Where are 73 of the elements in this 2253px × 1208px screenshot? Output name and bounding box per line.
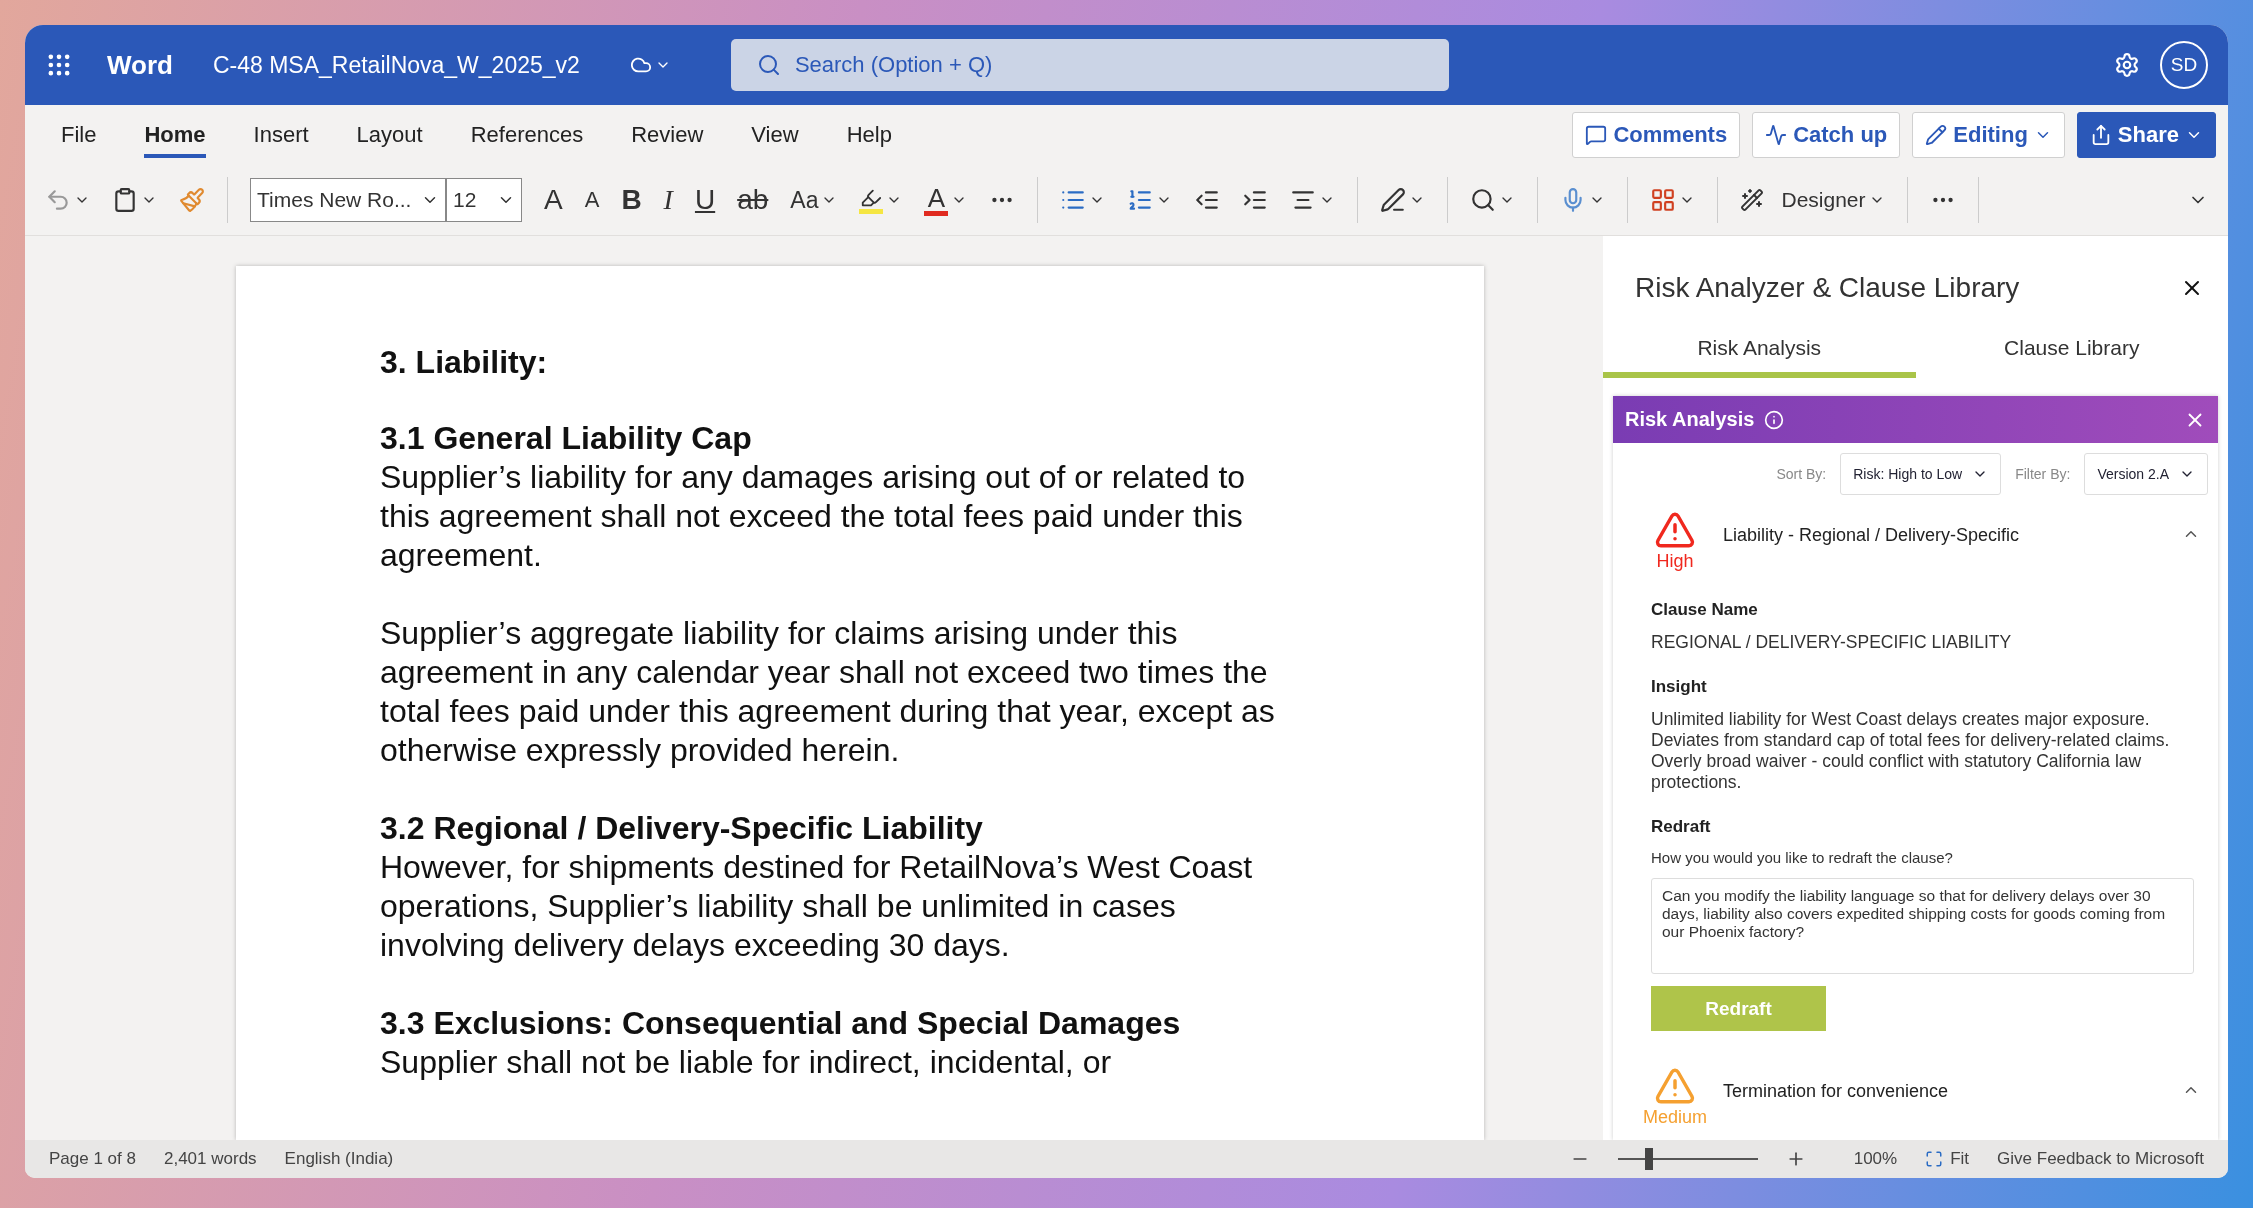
font-color-button[interactable]: A <box>924 184 968 216</box>
subsection-heading: 3.3 Exclusions: Consequential and Special Damages <box>380 1004 1182 1043</box>
underline-button[interactable]: U <box>694 184 716 216</box>
subsection-heading: 3.2 Regional / Delivery-Specific Liability <box>380 809 984 848</box>
risk-level: High <box>1656 551 1694 572</box>
info-icon[interactable] <box>1764 409 1785 430</box>
ribbon-tab[interactable]: File <box>37 116 121 154</box>
magic-wand-icon <box>1740 188 1765 212</box>
pen-icon <box>1380 187 1407 213</box>
filter-label: Filter By: <box>2015 466 2071 482</box>
insight-text: Unlimited liability for West Coast delays creates major exposure. Deviates from standard cap of total fees for delivery-related claims. Overly broad waiver - could conflict with statutory California law protections. <box>1651 709 2171 793</box>
zoom-thumb[interactable] <box>1644 1148 1653 1170</box>
ribbon-tab[interactable]: View <box>727 116 823 154</box>
italic-button[interactable]: I <box>663 184 673 216</box>
comments-button[interactable]: Comments <box>1572 112 1741 158</box>
app-name: Word <box>107 49 173 81</box>
redraft-prompt: How you would you like to redraft the clause? <box>1651 849 1954 866</box>
language[interactable]: English (India) <box>284 1149 394 1169</box>
strikethrough-button[interactable]: ab <box>737 184 769 216</box>
field-label: Insight <box>1651 677 1708 697</box>
fit-icon <box>1925 1150 1944 1168</box>
clause-name: REGIONAL / DELIVERY-SPECIFIC LIABILITY <box>1651 632 2013 653</box>
sort-select[interactable]: Risk: High to Low <box>1840 453 2002 495</box>
zoom-percent[interactable]: 100% <box>1853 1149 1898 1169</box>
ribbon-tab[interactable]: Insert <box>229 116 333 154</box>
numbered-list-icon <box>1127 187 1154 213</box>
feedback-link[interactable]: Give Feedback to Microsoft <box>1997 1149 2204 1169</box>
grid-icon <box>1650 187 1677 213</box>
ribbon-tab[interactable]: Help <box>822 116 916 154</box>
page-count: Page 1 of 8 <box>49 1149 136 1169</box>
undo-icon <box>45 187 71 213</box>
subsection-heading: 3.1 General Liability Cap <box>380 419 753 458</box>
redraft-input[interactable]: Can you modify the liability language so that for delivery delays over 30 days, liability also covers expedited shipping costs for goods coming from our Phoenix factory? <box>1651 878 2194 974</box>
paragraph: However, for shipments destined for RetailNova’s West Coast operations, Supplier’s liability shall be unlimited in cases involving delivery delays exceeding 30 days. <box>380 848 1254 965</box>
pencil-icon <box>1925 124 1948 146</box>
fit-button[interactable]: Fit <box>1925 1149 1970 1169</box>
paragraph: Supplier’s liability for any damages arising out of or related to this agreement shall not exceed the total fees paid under this agreement. <box>380 458 1247 575</box>
risk-title[interactable]: Termination for convenience <box>1711 1065 2182 1102</box>
sort-label: Sort By: <box>1776 466 1827 482</box>
filter-select[interactable]: Version 2.A <box>2084 453 2208 495</box>
pulse-icon <box>1765 124 1788 146</box>
search-icon <box>756 53 781 77</box>
field-label: Clause Name <box>1651 600 1759 620</box>
editing-button[interactable]: Editing <box>1912 112 2065 158</box>
ribbon-tab[interactable]: Layout <box>332 116 447 154</box>
paragraph: Supplier’s aggregate liability for claims arising under this agreement in any calendar year shall not exceed two times the total fees paid under this agreement during that year, except as otherwise expressly provided herein. <box>380 614 1276 770</box>
user-avatar[interactable]: SD <box>2160 41 2208 89</box>
banner-title: Risk Analysis <box>1625 408 1755 431</box>
font-select[interactable]: Times New Ro... <box>250 178 446 222</box>
risk-title[interactable]: Liability - Regional / Delivery-Specific <box>1711 509 2182 546</box>
panel-title: Risk Analyzer & Clause Library <box>1635 272 2020 304</box>
search-field[interactable]: Search (Option + Q) <box>730 39 1449 91</box>
paragraph: Supplier shall not be liable for indirect, incidental, or <box>380 1043 1113 1082</box>
font-size-select[interactable]: 12 <box>446 178 522 222</box>
settings-icon[interactable] <box>2114 52 2140 78</box>
document-title[interactable]: C-48 MSA_RetailNova_W_2025_v2 <box>212 51 580 79</box>
comment-icon <box>1585 124 1608 146</box>
change-case-button[interactable]: Aa <box>790 186 838 214</box>
risk-level: Medium <box>1643 1107 1707 1128</box>
share-button[interactable]: Share <box>2076 112 2216 158</box>
bold-button[interactable]: B <box>621 184 642 216</box>
section-heading: 3. Liability: <box>380 344 549 381</box>
catchup-button[interactable]: Catch up <box>1752 112 1901 158</box>
clipboard-icon <box>112 187 138 213</box>
designer-button[interactable]: Designer <box>1740 188 1885 212</box>
field-label: Redraft <box>1651 817 1712 837</box>
paintbrush-icon <box>179 187 205 213</box>
search-icon <box>1470 187 1497 213</box>
ribbon-tab[interactable]: Review <box>607 116 728 154</box>
ribbon-tab[interactable]: References <box>446 116 608 154</box>
shrink-font-button[interactable]: A <box>584 187 600 213</box>
word-count: 2,401 words <box>163 1149 257 1169</box>
grow-font-button[interactable]: A <box>544 184 563 216</box>
